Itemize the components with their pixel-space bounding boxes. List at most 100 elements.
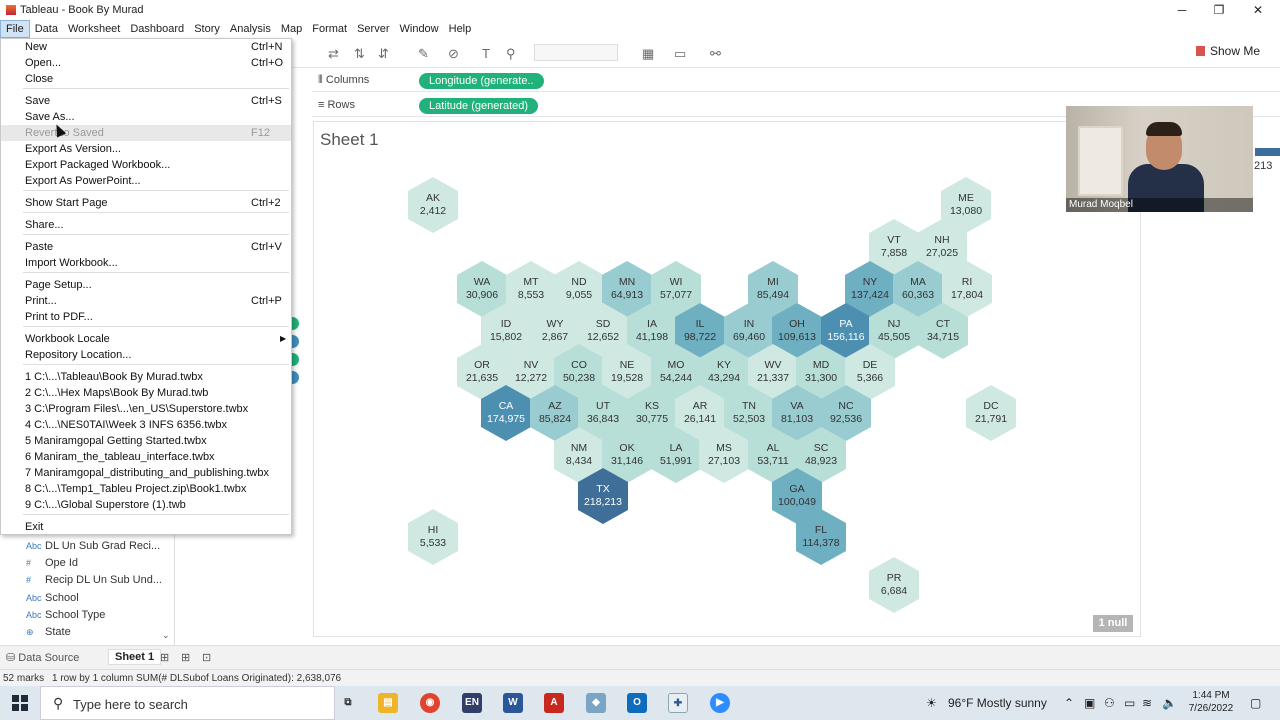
tableau-taskbar-icon[interactable]: ✚ [668, 693, 688, 713]
tab-sheet-1[interactable]: Sheet 1 [108, 649, 162, 665]
menu-item-recent-file-9[interactable]: 9 C:\...\Global Superstore (1).twb [1, 497, 291, 513]
menu-item-label: Share... [25, 219, 64, 231]
pin-icon[interactable]: ⚲ [506, 46, 516, 62]
menu-item-label: Page Setup... [25, 279, 92, 291]
menu-item-recent-file-1[interactable]: 1 C:\...\Tableau\Book By Murad.twbx [1, 369, 291, 385]
group-icon[interactable]: ⊘ [448, 46, 459, 62]
menu-item-recent-file-6[interactable]: 6 Maniram_the_tableau_interface.twbx [1, 449, 291, 465]
tray-chevron-icon[interactable]: ⌃ [1064, 696, 1074, 710]
hex-state-abbr: IA [647, 318, 657, 330]
minimize-button[interactable]: ─ [1162, 0, 1202, 20]
chrome-icon[interactable]: ◉ [420, 693, 440, 713]
highlight-icon[interactable]: ✎ [418, 46, 429, 62]
hex-state-abbr: NC [838, 400, 854, 412]
new-dashboard-icon[interactable]: ⊞ [181, 651, 190, 664]
menu-item-recent-file-2[interactable]: 2 C:\...\Hex Maps\Book By Murad.twb [1, 385, 291, 401]
menu-item-paste[interactable]: Paste Ctrl+V [1, 239, 291, 255]
menu-item-import-workbook[interactable]: Import Workbook... [1, 255, 291, 271]
tray-network-icon[interactable]: ⚇ [1104, 696, 1115, 710]
menu-item-repository-location[interactable]: Repository Location... [1, 347, 291, 363]
menu-item-print-to-pdf[interactable]: Print to PDF... [1, 309, 291, 325]
menu-item-show-start-page[interactable]: Show Start Page Ctrl+2 [1, 195, 291, 211]
menu-item-open[interactable]: Open... Ctrl+O [1, 55, 291, 71]
labels-icon[interactable]: T [482, 46, 490, 61]
menu-item-recent-file-5[interactable]: 5 Maniramgopal Getting Started.twbx [1, 433, 291, 449]
new-worksheet-icon[interactable]: ⊞ [160, 651, 169, 664]
menu-item-new[interactable]: New Ctrl+N [1, 39, 291, 55]
menu-item-label: Show Start Page [25, 197, 108, 209]
menu-item-revert-to-saved: Revert to Saved F12 [1, 125, 291, 141]
clock[interactable]: 1:44 PM 7/26/2022 [1186, 689, 1236, 715]
menu-item-export-as-powerpoint[interactable]: Export As PowerPoint... [1, 173, 291, 189]
language-icon[interactable]: EN [462, 693, 482, 713]
outlook-icon[interactable]: O [627, 693, 647, 713]
columns-shelf[interactable]: ⦀ Columns Longitude (generate.. [312, 70, 1280, 92]
tray-app-icon[interactable]: ▣ [1084, 696, 1095, 710]
menu-item-exit[interactable]: Exit [1, 519, 291, 535]
app-icon[interactable]: ◆ [586, 693, 606, 713]
new-story-icon[interactable]: ⊡ [202, 651, 211, 664]
word-icon[interactable]: W [503, 693, 523, 713]
menu-dashboard[interactable]: Dashboard [125, 20, 189, 38]
volume-icon[interactable]: 🔈 [1162, 696, 1177, 710]
menu-item-save[interactable]: Save Ctrl+S [1, 93, 291, 109]
sort-ascending-icon[interactable]: ⇅ [354, 46, 365, 62]
longitude-pill[interactable]: Longitude (generate.. [419, 73, 544, 89]
card-icon[interactable]: ▦ [642, 46, 654, 62]
swap-icon[interactable]: ⇄ [328, 46, 339, 62]
menu-worksheet[interactable]: Worksheet [63, 20, 125, 38]
menu-item-page-setup[interactable]: Page Setup... [1, 277, 291, 293]
hex-state-value: 100,049 [778, 496, 816, 508]
sort-descending-icon[interactable]: ⇵ [378, 46, 389, 62]
menu-item-label: 3 C:\Program Files\...\en_US\Superstore.… [25, 403, 249, 415]
fit-select[interactable] [534, 44, 618, 61]
null-indicator[interactable]: 1 null [1093, 615, 1133, 632]
menu-item-label: 1 C:\...\Tableau\Book By Murad.twbx [25, 371, 203, 383]
menu-item-close[interactable]: Close [1, 71, 291, 87]
menu-item-label: Import Workbook... [25, 257, 118, 269]
show-me-button[interactable]: Show Me [1195, 44, 1260, 58]
hex-state-value: 19,528 [610, 372, 644, 384]
file-explorer-icon[interactable]: ▤ [378, 693, 398, 713]
menu-item-recent-file-4[interactable]: 4 C:\...\NES0TAI\Week 3 INFS 6356.twbx [1, 417, 291, 433]
menu-item-export-as-version[interactable]: Export As Version... [1, 141, 291, 157]
menu-item-recent-file-7[interactable]: 7 Maniramgopal_distributing_and_publishi… [1, 465, 291, 481]
weather-icon[interactable]: ☀ [926, 696, 937, 710]
menu-item-recent-file-8[interactable]: 8 C:\...\Temp1_Tableu Project.zip\Book1.… [1, 481, 291, 497]
menu-format[interactable]: Format [307, 20, 352, 38]
close-button[interactable]: ✕ [1238, 0, 1278, 20]
menu-item-workbook-locale[interactable]: Workbook Locale ▶ [1, 331, 291, 347]
taskbar-search[interactable]: ⚲ Type here to search [40, 686, 335, 720]
scroll-down-icon[interactable]: ⌄ [162, 630, 170, 641]
hex-state-abbr: MD [812, 359, 830, 371]
battery-icon[interactable]: ▭ [1124, 696, 1135, 710]
acrobat-icon[interactable]: A [544, 693, 564, 713]
menu-data[interactable]: Data [30, 20, 63, 38]
menu-item-print[interactable]: Print... Ctrl+P [1, 293, 291, 309]
menu-help[interactable]: Help [444, 20, 477, 38]
hex-state-abbr: NM [570, 442, 588, 454]
zoom-icon[interactable]: ▶ [710, 693, 730, 713]
wifi-icon[interactable]: ≋ [1142, 696, 1152, 710]
latitude-pill[interactable]: Latitude (generated) [419, 98, 539, 114]
menu-item-recent-file-3[interactable]: 3 C:\Program Files\...\en_US\Superstore.… [1, 401, 291, 417]
menu-item-export-packaged-workbook[interactable]: Export Packaged Workbook... [1, 157, 291, 173]
notifications-icon[interactable]: ▢ [1250, 696, 1261, 710]
menu-analysis[interactable]: Analysis [225, 20, 276, 38]
menu-map[interactable]: Map [276, 20, 307, 38]
share-icon[interactable]: ⚯ [710, 46, 721, 62]
menu-item-save-as[interactable]: Save As... [1, 109, 291, 125]
menu-item-label: Export As Version... [25, 143, 121, 155]
maximize-button[interactable]: ❐ [1199, 0, 1239, 20]
menu-file[interactable]: File [0, 20, 30, 38]
menu-server[interactable]: Server [352, 20, 394, 38]
weather-text[interactable]: 96°F Mostly sunny [948, 696, 1047, 710]
presentation-icon[interactable]: ▭ [674, 46, 686, 62]
menu-story[interactable]: Story [189, 20, 225, 38]
windows-start-icon[interactable] [12, 695, 28, 711]
menu-item-share[interactable]: Share... [1, 217, 291, 233]
tab-data-source[interactable]: ⛁ Data Source [6, 651, 79, 664]
task-view-icon[interactable]: ⧉ [338, 693, 358, 713]
hex-state-value: 2,867 [541, 331, 569, 343]
menu-window[interactable]: Window [395, 20, 444, 38]
